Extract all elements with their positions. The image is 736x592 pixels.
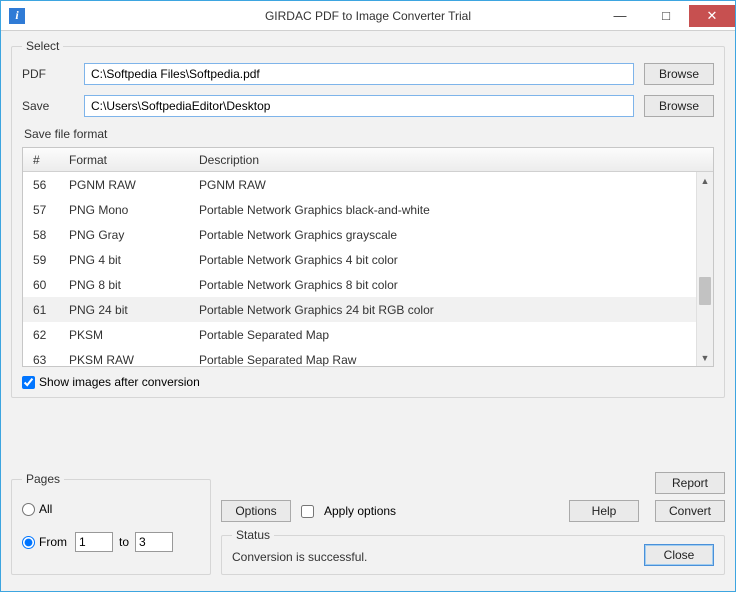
row-format: PNG 8 bit	[63, 278, 193, 292]
browse-save-button[interactable]: Browse	[644, 95, 714, 117]
table-row[interactable]: 60PNG 8 bitPortable Network Graphics 8 b…	[23, 272, 713, 297]
pdf-path-input[interactable]	[84, 63, 634, 85]
table-row[interactable]: 61PNG 24 bitPortable Network Graphics 24…	[23, 297, 713, 322]
scroll-thumb[interactable]	[699, 277, 711, 305]
convert-button[interactable]: Convert	[655, 500, 725, 522]
help-button[interactable]: Help	[569, 500, 639, 522]
pages-legend: Pages	[22, 472, 64, 486]
save-row: Save Browse	[22, 95, 714, 117]
pages-all-row: All	[22, 502, 200, 516]
row-description: Portable Network Graphics 24 bit RGB col…	[193, 303, 713, 317]
apply-options-label[interactable]: Apply options	[324, 504, 396, 518]
row-description: Portable Separated Map Raw	[193, 353, 713, 367]
select-fieldset: Select PDF Browse Save Browse Save file …	[11, 39, 725, 398]
row-num: 62	[23, 328, 63, 342]
table-row[interactable]: 58PNG GrayPortable Network Graphics gray…	[23, 222, 713, 247]
pages-fieldset: Pages All From to	[11, 472, 211, 575]
app-window: i GIRDAC PDF to Image Converter Trial — …	[0, 0, 736, 592]
pages-from-input[interactable]	[75, 532, 113, 552]
table-row[interactable]: 57PNG MonoPortable Network Graphics blac…	[23, 197, 713, 222]
status-fieldset: Status Conversion is successful. Close	[221, 528, 725, 575]
close-window-button[interactable]: ✕	[689, 5, 735, 27]
row-description: Portable Separated Map	[193, 328, 713, 342]
report-row: Report	[221, 472, 725, 494]
format-table: # Format Description 56PGNM RAWPGNM RAW5…	[22, 147, 714, 367]
row-num: 56	[23, 178, 63, 192]
col-header-num[interactable]: #	[23, 153, 63, 167]
minimize-button[interactable]: —	[597, 5, 643, 27]
row-format: PKSM	[63, 328, 193, 342]
table-row[interactable]: 59PNG 4 bitPortable Network Graphics 4 b…	[23, 247, 713, 272]
row-format: PNG 4 bit	[63, 253, 193, 267]
pages-to-label: to	[119, 535, 129, 549]
row-description: Portable Network Graphics 8 bit color	[193, 278, 713, 292]
format-label: Save file format	[24, 127, 714, 141]
close-button[interactable]: Close	[644, 544, 714, 566]
apply-options-checkbox[interactable]	[301, 505, 314, 518]
row-format: PGNM RAW	[63, 178, 193, 192]
pages-from-label[interactable]: From	[39, 535, 67, 549]
show-images-row: Show images after conversion	[22, 375, 714, 389]
table-rows: 56PGNM RAWPGNM RAW57PNG MonoPortable Net…	[23, 172, 713, 366]
scroll-up-icon[interactable]: ▲	[697, 172, 713, 189]
row-format: PNG 24 bit	[63, 303, 193, 317]
row-description: Portable Network Graphics 4 bit color	[193, 253, 713, 267]
row-num: 57	[23, 203, 63, 217]
save-path-input[interactable]	[84, 95, 634, 117]
options-row: Options Apply options Help Convert	[221, 500, 725, 522]
right-panel: Report Options Apply options Help Conver…	[221, 472, 725, 583]
row-description: Portable Network Graphics black-and-whit…	[193, 203, 713, 217]
table-body: 56PGNM RAWPGNM RAW57PNG MonoPortable Net…	[23, 172, 713, 366]
pages-all-label[interactable]: All	[39, 502, 52, 516]
select-legend: Select	[22, 39, 63, 53]
show-images-label[interactable]: Show images after conversion	[39, 375, 200, 389]
maximize-button[interactable]: □	[643, 5, 689, 27]
table-row[interactable]: 56PGNM RAWPGNM RAW	[23, 172, 713, 197]
row-format: PNG Mono	[63, 203, 193, 217]
pages-from-radio[interactable]	[22, 536, 35, 549]
row-format: PNG Gray	[63, 228, 193, 242]
pages-from-row: From to	[22, 532, 200, 552]
pages-all-radio[interactable]	[22, 503, 35, 516]
content-area: Select PDF Browse Save Browse Save file …	[1, 31, 735, 591]
table-row[interactable]: 62PKSMPortable Separated Map	[23, 322, 713, 347]
col-header-description[interactable]: Description	[193, 153, 713, 167]
row-num: 60	[23, 278, 63, 292]
browse-pdf-button[interactable]: Browse	[644, 63, 714, 85]
row-num: 58	[23, 228, 63, 242]
row-num: 63	[23, 353, 63, 367]
titlebar: i GIRDAC PDF to Image Converter Trial — …	[1, 1, 735, 31]
row-description: PGNM RAW	[193, 178, 713, 192]
row-description: Portable Network Graphics grayscale	[193, 228, 713, 242]
pdf-row: PDF Browse	[22, 63, 714, 85]
col-header-format[interactable]: Format	[63, 153, 193, 167]
scroll-track[interactable]	[697, 189, 713, 349]
row-num: 59	[23, 253, 63, 267]
options-button[interactable]: Options	[221, 500, 291, 522]
report-button[interactable]: Report	[655, 472, 725, 494]
save-label: Save	[22, 99, 84, 113]
show-images-checkbox[interactable]	[22, 376, 35, 389]
table-row[interactable]: 63PKSM RAWPortable Separated Map Raw	[23, 347, 713, 366]
bottom-area: Pages All From to Report Opt	[11, 472, 725, 583]
pdf-label: PDF	[22, 67, 84, 81]
row-format: PKSM RAW	[63, 353, 193, 367]
table-header: # Format Description	[23, 148, 713, 172]
vertical-scrollbar[interactable]: ▲ ▼	[696, 172, 713, 366]
row-num: 61	[23, 303, 63, 317]
status-legend: Status	[232, 528, 274, 542]
pages-to-input[interactable]	[135, 532, 173, 552]
titlebar-buttons: — □ ✕	[597, 5, 735, 27]
scroll-down-icon[interactable]: ▼	[697, 349, 713, 366]
